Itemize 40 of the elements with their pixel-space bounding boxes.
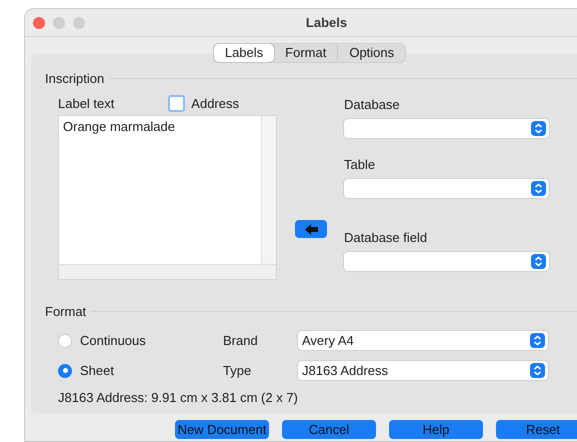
dialog-button[interactable]: Reset (496, 420, 577, 439)
field-label: Label text (58, 96, 114, 110)
tab[interactable]: Format (274, 44, 338, 62)
dialog-button[interactable]: Cancel (282, 420, 376, 439)
stepper-icon (530, 363, 545, 378)
dropdown[interactable] (344, 252, 549, 271)
dropdown[interactable] (344, 119, 549, 138)
stepper-icon (530, 333, 545, 348)
radio-button[interactable] (58, 364, 72, 378)
checkbox-label: Address (191, 96, 239, 110)
tab[interactable]: Labels (214, 44, 274, 62)
close-button[interactable] (33, 16, 45, 28)
label-size-text: J8163 Address: 9.91 cm x 3.81 cm (2 x 7) (58, 390, 299, 405)
insert-field-button[interactable] (295, 220, 327, 238)
stepper-icon (531, 181, 546, 196)
radio-label: Sheet (80, 363, 114, 378)
field-label: Type (223, 363, 252, 378)
stepper-icon (531, 121, 546, 136)
stepper-icon (531, 254, 546, 269)
field-label: Table (344, 157, 376, 172)
dropdown[interactable]: Avery A4 (298, 331, 548, 350)
dropdown[interactable]: J8163 Address (298, 361, 548, 380)
tab[interactable]: Options (338, 44, 406, 62)
radio-label: Continuous (80, 333, 146, 348)
minimize-button[interactable] (53, 16, 65, 28)
horizontal-scrollbar[interactable] (59, 264, 276, 279)
address-checkbox[interactable] (168, 94, 186, 112)
zoom-button[interactable] (73, 16, 85, 28)
dialog-button[interactable]: Help (389, 420, 483, 439)
field-label: Database (344, 97, 401, 112)
dialog-button[interactable]: New Document (175, 420, 269, 439)
field-label: Database field (344, 230, 428, 245)
dropdown[interactable] (344, 179, 549, 198)
section-title: Format (45, 304, 86, 319)
left-arrow-icon (304, 224, 318, 234)
field-label: Brand (223, 333, 259, 348)
section-title: Inscription (45, 71, 104, 86)
label-text-field[interactable]: Orange marmalade (58, 115, 277, 280)
vertical-scrollbar[interactable] (261, 116, 276, 265)
window-title: Labels (306, 15, 348, 30)
